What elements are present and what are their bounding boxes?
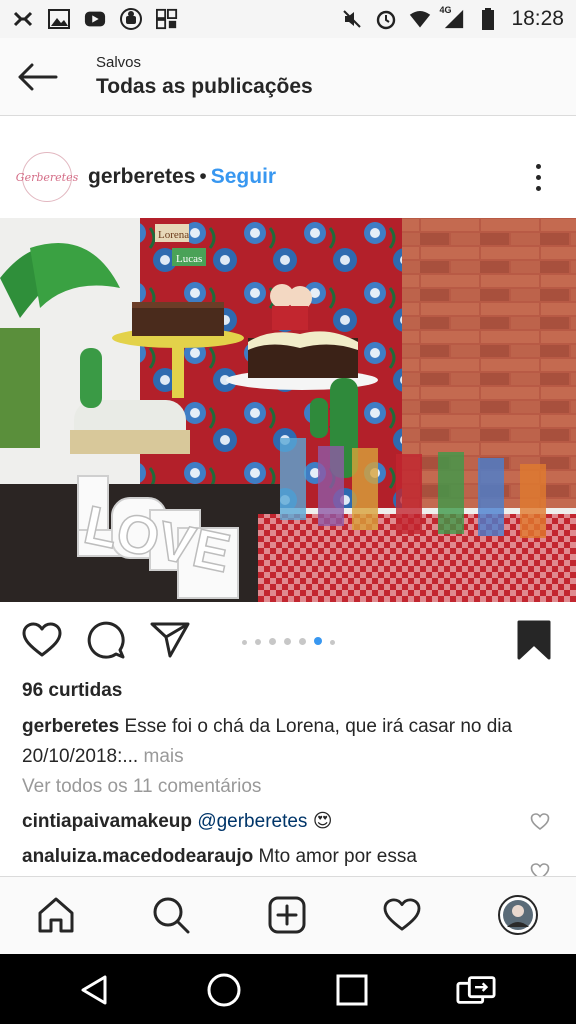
- home-icon: [38, 897, 74, 933]
- screen-rotate-icon: [456, 976, 496, 1004]
- caption-more-link[interactable]: mais: [138, 746, 183, 767]
- profile-avatar: [498, 895, 538, 935]
- post-actions: [0, 612, 576, 668]
- youtube-icon: [84, 8, 106, 30]
- tab-profile[interactable]: [498, 895, 538, 935]
- more-options-icon[interactable]: [528, 157, 548, 197]
- image-icon: [48, 8, 70, 30]
- tab-search[interactable]: [151, 895, 191, 935]
- tab-activity[interactable]: [382, 895, 422, 935]
- system-navigation-bar: [0, 954, 576, 1024]
- party-photo-image: LOVE Lorena Lucas: [0, 218, 576, 602]
- status-bar: 4G 18:28: [0, 0, 576, 38]
- header-subtitle: Salvos: [96, 54, 142, 71]
- bookmark-filled-icon: [517, 620, 551, 660]
- android-icon: [120, 8, 142, 30]
- caption-username[interactable]: gerberetes: [22, 716, 119, 737]
- post-photo[interactable]: LOVE Lorena Lucas: [0, 218, 576, 602]
- comment-emoji: 😍: [312, 811, 333, 832]
- nav-home-button[interactable]: [204, 970, 244, 1010]
- comment-like-heart-icon[interactable]: [530, 812, 550, 832]
- add-post-icon: [268, 896, 306, 934]
- status-time: 18:28: [511, 7, 564, 30]
- comment-mention[interactable]: @gerberetes: [197, 811, 307, 832]
- photo-name-tag-1: Lorena: [158, 229, 189, 241]
- comment-row: cintiapaivamakeup @gerberetes 😍: [22, 810, 522, 833]
- comment-row: analuiza.macedodearaujo Mto amor por ess…: [22, 846, 522, 868]
- post-avatar[interactable]: Gerberetes: [16, 152, 78, 202]
- nav-back-button[interactable]: [76, 970, 116, 1010]
- post-header: Gerberetes gerberetes • Seguir: [0, 136, 576, 218]
- post-username[interactable]: gerberetes: [88, 165, 195, 189]
- comment-username[interactable]: cintiapaivamakeup: [22, 811, 192, 832]
- carousel-indicator: [0, 637, 576, 645]
- qr-icon: [156, 8, 178, 30]
- nav-recents-button[interactable]: [332, 970, 372, 1010]
- back-triangle-icon: [81, 975, 107, 1005]
- avatar-logo-text: Gerberetes: [15, 170, 79, 184]
- comment-username[interactable]: analuiza.macedodearaujo: [22, 846, 253, 867]
- battery-icon: [477, 8, 499, 30]
- close-x-icon: [12, 8, 34, 30]
- bottom-tab-bar: [0, 876, 576, 954]
- photo-name-tag-2: Lucas: [176, 253, 202, 265]
- tab-new-post[interactable]: [267, 895, 307, 935]
- separator-dot: •: [199, 165, 207, 188]
- recents-square-icon: [336, 974, 368, 1006]
- comment-text: Mto amor por essa: [253, 846, 417, 867]
- view-all-comments-link[interactable]: Ver todos os 11 comentários: [22, 776, 261, 798]
- network-label: 4G: [439, 5, 452, 15]
- page-title: Todas as publicações: [96, 75, 313, 98]
- follow-button[interactable]: Seguir: [211, 165, 276, 189]
- save-button[interactable]: [512, 618, 556, 662]
- nav-rotate-button[interactable]: [456, 970, 496, 1010]
- likes-count[interactable]: 96 curtidas: [22, 680, 122, 702]
- tab-home[interactable]: [36, 895, 76, 935]
- mute-icon: [341, 8, 363, 30]
- heart-icon: [383, 898, 421, 931]
- back-button[interactable]: [0, 38, 76, 116]
- post-caption: gerberetes Esse foi o chá da Lorena, que…: [22, 712, 562, 772]
- alarm-icon: [375, 8, 397, 30]
- wifi-icon: [409, 8, 431, 30]
- home-circle-icon: [207, 973, 241, 1007]
- search-icon: [153, 897, 190, 934]
- signal-icon: 4G: [439, 5, 465, 30]
- saved-header: Salvos Todas as publicações: [0, 38, 576, 116]
- back-arrow-icon: [18, 63, 58, 90]
